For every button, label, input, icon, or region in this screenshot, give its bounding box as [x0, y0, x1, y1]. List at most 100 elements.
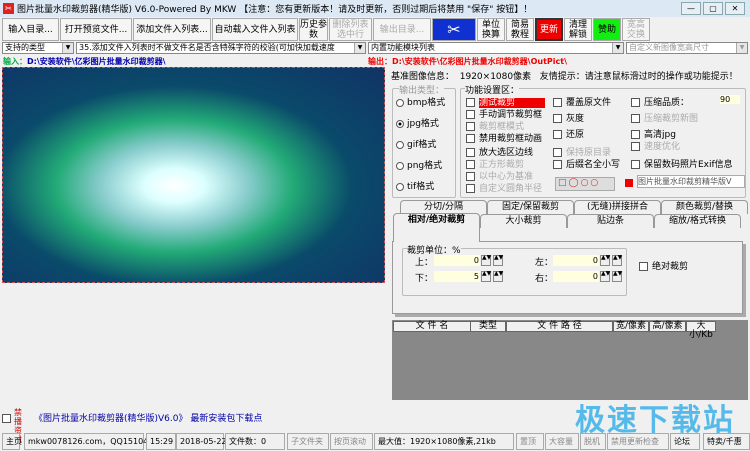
top-spinner[interactable]: ▲▼ [481, 255, 491, 266]
color-swatch[interactable] [625, 179, 633, 187]
status-sale[interactable]: 特卖/千惠 [703, 433, 750, 450]
status-offline[interactable]: 脱机 [580, 433, 606, 450]
radio-icon[interactable] [396, 140, 404, 149]
status-large[interactable]: 大容量 [545, 433, 579, 450]
tab[interactable]: 分切/分隔 [400, 200, 487, 214]
right-input[interactable]: 0 [553, 271, 599, 282]
radio-icon[interactable] [396, 182, 404, 191]
open-preview-button[interactable]: 打开预览文件... [60, 18, 132, 41]
tab[interactable]: 颜色裁剪/替换 [661, 200, 748, 214]
clear-unlock-button[interactable]: 清理解锁 [564, 18, 592, 41]
news-link[interactable]: 《图片批量水印裁剪器(精华版)V6.0》 最新安装包下载点 [34, 411, 262, 424]
column-header[interactable]: 类型 [470, 321, 506, 332]
minimize-button[interactable]: — [681, 2, 701, 15]
feature-option[interactable]: 后缀名全小写 [553, 157, 620, 170]
checkbox-icon[interactable] [631, 160, 640, 169]
preview-image[interactable] [2, 67, 385, 283]
close-button[interactable]: ✕ [725, 2, 745, 15]
checkbox-icon[interactable] [553, 114, 562, 123]
chevron-down-icon[interactable]: ▼ [354, 43, 365, 53]
status-page-scroll[interactable]: 按页滚动 [330, 433, 373, 450]
column-header[interactable]: 文 件 名 [393, 321, 471, 332]
feature-option[interactable]: 速度优化 [631, 139, 680, 152]
absolute-crop-checkbox[interactable]: 绝对裁剪 [639, 259, 688, 272]
chevron-down-icon[interactable]: ▼ [612, 43, 623, 53]
checkbox-icon[interactable] [466, 134, 475, 143]
tab[interactable]: 相对/绝对裁剪 [393, 213, 480, 242]
top-input[interactable]: 0 [434, 255, 480, 266]
checkbox-icon[interactable] [466, 98, 475, 107]
update-button[interactable]: 更新 [535, 18, 563, 41]
custom-size-combo[interactable]: 自定义新图像宽高尺寸 ▼ [626, 42, 748, 54]
checkbox-icon[interactable] [553, 98, 562, 107]
output-type-option[interactable]: tif格式 [396, 179, 434, 192]
watermark-text-input[interactable]: 图片批量水印裁剪精华版V [637, 175, 745, 188]
bottom-spinner[interactable]: ▲▼ [481, 271, 491, 282]
output-type-option[interactable]: jpg格式 [396, 116, 439, 129]
bottom-input[interactable]: 5 [434, 271, 480, 282]
status-disable-update[interactable]: 禁用更新检查 [607, 433, 669, 450]
checkbox-icon[interactable] [639, 262, 648, 271]
quality-input[interactable]: 90 [720, 95, 740, 104]
column-header[interactable]: 高/像素 [649, 321, 686, 332]
output-type-option[interactable]: gif格式 [396, 137, 436, 150]
auto-load-button[interactable]: 自动载入文件入列表 [212, 18, 298, 41]
column-header[interactable]: 宽/像素 [613, 321, 649, 332]
top-spinner-2[interactable]: ▲▼ [493, 255, 503, 266]
output-type-option[interactable]: png格式 [396, 158, 442, 171]
feature-option[interactable]: 自定义圆角半径 [466, 181, 542, 194]
output-type-option[interactable]: bmp格式 [396, 95, 445, 108]
left-spinner-2[interactable]: ▲▼ [612, 255, 622, 266]
wh-swap-button[interactable]: 宽高交换 [622, 18, 650, 41]
status-top[interactable]: 置顶 [516, 433, 544, 450]
tab[interactable]: 缩放/格式转换 [654, 214, 741, 228]
checkbox-icon[interactable] [631, 130, 640, 139]
chevron-down-icon[interactable]: ▼ [62, 43, 73, 53]
feature-option[interactable]: 保留数码照片Exif信息 [631, 157, 733, 170]
output-dir-button[interactable]: 输出目录... [373, 18, 431, 41]
checkbox-icon[interactable] [631, 142, 640, 151]
tab[interactable]: (无缝)拼接拼合 [574, 200, 661, 214]
unit-convert-button[interactable]: 单位换算 [477, 18, 505, 41]
checkbox-icon[interactable] [466, 172, 475, 181]
scissors-icon[interactable]: ✂ [432, 18, 476, 41]
status-subfolder[interactable]: 子文件夹 [287, 433, 329, 450]
radio-icon[interactable] [396, 119, 404, 128]
feature-option[interactable]: 禁用裁剪框动画 [466, 131, 542, 144]
types-combo[interactable]: 支持的类型 ▼ [2, 42, 74, 54]
tab[interactable]: 大小裁剪 [480, 214, 567, 228]
tab[interactable]: 贴边条 [567, 214, 654, 228]
feature-option[interactable]: 压缩裁剪新图 [631, 111, 698, 124]
feature-option[interactable]: 灰度 [553, 111, 584, 124]
checkbox-icon[interactable] [631, 98, 640, 107]
chevron-down-icon[interactable]: ▼ [736, 43, 747, 53]
checkbox-icon[interactable] [2, 414, 11, 423]
donate-button[interactable]: 赞助 [593, 18, 621, 41]
column-header[interactable]: 大小/Kb [686, 321, 716, 340]
checkbox-icon[interactable] [466, 148, 475, 157]
feature-option[interactable]: 覆盖原文件 [553, 95, 611, 108]
right-spinner[interactable]: ▲▼ [600, 271, 610, 282]
column-header[interactable]: 文 件 路 径 [506, 321, 613, 332]
radio-icon[interactable] [396, 98, 404, 107]
feature-option[interactable]: 压缩品质： [631, 95, 689, 108]
left-spinner[interactable]: ▲▼ [600, 255, 610, 266]
checkbox-icon[interactable] [553, 160, 562, 169]
checkbox-icon[interactable] [553, 130, 562, 139]
checkbox-icon[interactable] [466, 110, 475, 119]
feature-option[interactable]: 还原 [553, 127, 584, 140]
delete-selected-button[interactable]: 删除列表选中行 [329, 18, 372, 41]
shape-buttons[interactable]: □◯○○ [555, 177, 615, 191]
checkbox-icon[interactable] [553, 148, 562, 157]
input-dir-button[interactable]: 输入目录... [2, 18, 59, 41]
checkbox-icon[interactable] [631, 114, 640, 123]
checkbox-icon[interactable] [466, 160, 475, 169]
add-files-button[interactable]: 添加文件入列表... [133, 18, 211, 41]
status-forum[interactable]: 论坛 [670, 433, 700, 450]
checkbox-icon[interactable] [466, 122, 475, 131]
radio-icon[interactable] [396, 161, 404, 170]
tab[interactable]: 固定/保留裁剪 [487, 200, 574, 214]
history-button[interactable]: 历史参数 [299, 18, 328, 41]
right-spinner-2[interactable]: ▲▼ [612, 271, 622, 282]
tutorial-button[interactable]: 简易教程 [506, 18, 534, 41]
